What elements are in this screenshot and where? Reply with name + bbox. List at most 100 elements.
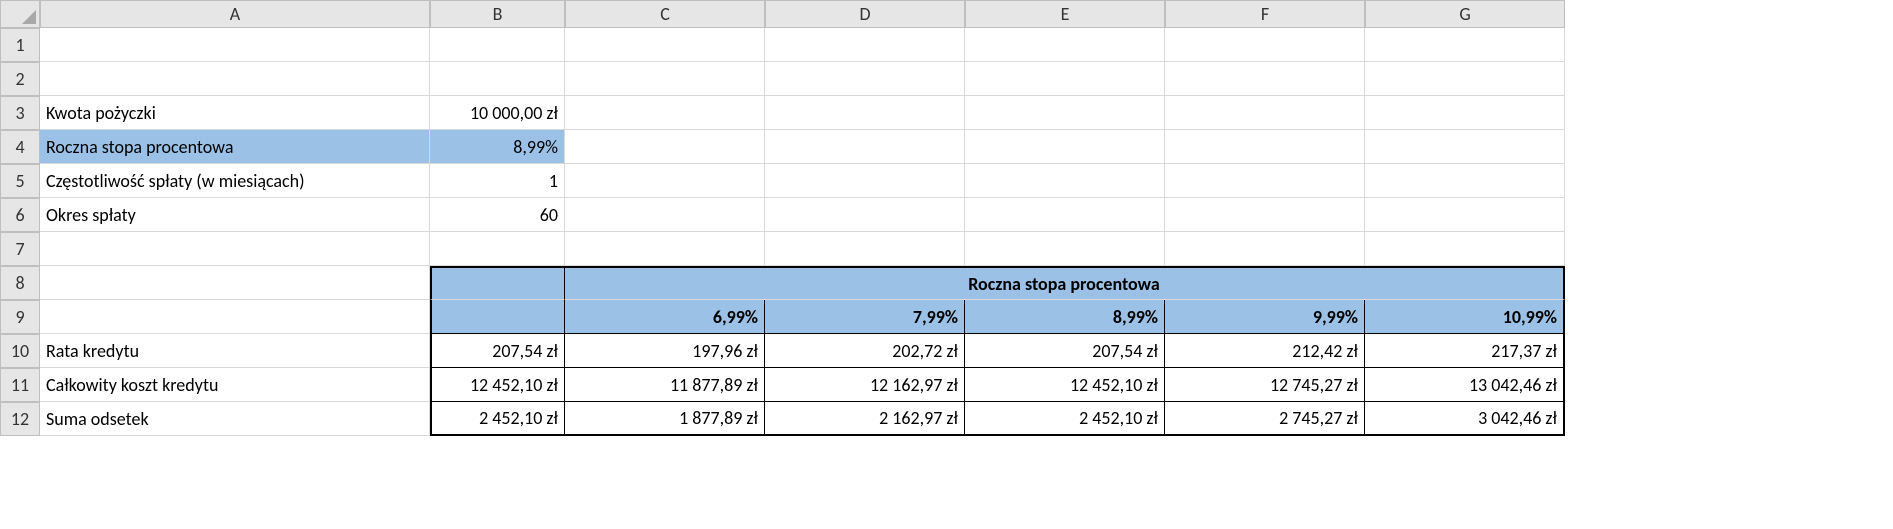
col-header-D[interactable]: D xyxy=(765,0,965,28)
table-val[interactable]: 1 877,89 zł xyxy=(565,402,765,436)
cell[interactable] xyxy=(965,130,1165,164)
row-header-12[interactable]: 12 xyxy=(0,402,40,436)
cell[interactable] xyxy=(565,62,765,96)
col-header-E[interactable]: E xyxy=(965,0,1165,28)
cell[interactable] xyxy=(40,28,430,62)
cell[interactable] xyxy=(1365,62,1565,96)
cell[interactable] xyxy=(1165,96,1365,130)
table-val[interactable]: 202,72 zł xyxy=(765,334,965,368)
cell[interactable] xyxy=(765,198,965,232)
table-val[interactable]: 207,54 zł xyxy=(965,334,1165,368)
row-header-4[interactable]: 4 xyxy=(0,130,40,164)
row-header-10[interactable]: 10 xyxy=(0,334,40,368)
table-val[interactable]: 13 042,46 zł xyxy=(1365,368,1565,402)
freq-label[interactable]: Częstotliwość spłaty (w miesiącach) xyxy=(40,164,430,198)
table-val[interactable]: 217,37 zł xyxy=(1365,334,1565,368)
cell[interactable] xyxy=(565,232,765,266)
row-header-5[interactable]: 5 xyxy=(0,164,40,198)
cell[interactable] xyxy=(40,266,430,300)
cell[interactable] xyxy=(965,232,1165,266)
cell[interactable] xyxy=(430,28,565,62)
cell[interactable] xyxy=(765,130,965,164)
table-row-label[interactable]: Całkowity koszt kredytu xyxy=(40,368,430,402)
col-header-C[interactable]: C xyxy=(565,0,765,28)
cell[interactable] xyxy=(1365,28,1565,62)
spreadsheet-grid[interactable]: A B C D E F G 1 2 3 Kwota pożyczki 10 00… xyxy=(0,0,1893,436)
cell[interactable] xyxy=(965,164,1165,198)
loan-amount-label[interactable]: Kwota pożyczki xyxy=(40,96,430,130)
rate-col-4[interactable]: 10,99% xyxy=(1365,300,1565,334)
cell[interactable] xyxy=(40,62,430,96)
cell[interactable] xyxy=(40,300,430,334)
table-corner-blank[interactable] xyxy=(430,300,565,334)
row-header-2[interactable]: 2 xyxy=(0,62,40,96)
cell[interactable] xyxy=(1165,62,1365,96)
cell[interactable] xyxy=(565,198,765,232)
table-base-val[interactable]: 2 452,10 zł xyxy=(430,402,565,436)
col-header-A[interactable]: A xyxy=(40,0,430,28)
table-corner[interactable] xyxy=(430,266,565,300)
cell[interactable] xyxy=(765,96,965,130)
table-val[interactable]: 12 452,10 zł xyxy=(965,368,1165,402)
cell[interactable] xyxy=(430,62,565,96)
cell[interactable] xyxy=(565,28,765,62)
cell[interactable] xyxy=(40,232,430,266)
table-row-label[interactable]: Suma odsetek xyxy=(40,402,430,436)
col-header-G[interactable]: G xyxy=(1365,0,1565,28)
cell[interactable] xyxy=(765,62,965,96)
table-val[interactable]: 197,96 zł xyxy=(565,334,765,368)
table-val[interactable]: 2 452,10 zł xyxy=(965,402,1165,436)
rate-col-3[interactable]: 9,99% xyxy=(1165,300,1365,334)
table-row-label[interactable]: Rata kredytu xyxy=(40,334,430,368)
rate-col-1[interactable]: 7,99% xyxy=(765,300,965,334)
cell[interactable] xyxy=(1365,198,1565,232)
rate-col-2[interactable]: 8,99% xyxy=(965,300,1165,334)
cell[interactable] xyxy=(965,28,1165,62)
col-header-F[interactable]: F xyxy=(1165,0,1365,28)
cell[interactable] xyxy=(1365,130,1565,164)
row-header-8[interactable]: 8 xyxy=(0,266,40,300)
cell[interactable] xyxy=(1365,96,1565,130)
freq-value[interactable]: 1 xyxy=(430,164,565,198)
table-val[interactable]: 12 745,27 zł xyxy=(1165,368,1365,402)
select-all-corner[interactable] xyxy=(0,0,40,28)
table-base-val[interactable]: 12 452,10 zł xyxy=(430,368,565,402)
row-header-6[interactable]: 6 xyxy=(0,198,40,232)
table-val[interactable]: 212,42 zł xyxy=(1165,334,1365,368)
cell[interactable] xyxy=(765,28,965,62)
cell[interactable] xyxy=(430,232,565,266)
cell[interactable] xyxy=(1365,232,1565,266)
row-header-7[interactable]: 7 xyxy=(0,232,40,266)
cell[interactable] xyxy=(565,130,765,164)
cell[interactable] xyxy=(1365,164,1565,198)
cell[interactable] xyxy=(1165,164,1365,198)
cell[interactable] xyxy=(1165,232,1365,266)
cell[interactable] xyxy=(965,96,1165,130)
loan-amount-value[interactable]: 10 000,00 zł xyxy=(430,96,565,130)
cell[interactable] xyxy=(965,198,1165,232)
table-val[interactable]: 12 162,97 zł xyxy=(765,368,965,402)
cell[interactable] xyxy=(1165,198,1365,232)
table-base-val[interactable]: 207,54 zł xyxy=(430,334,565,368)
table-header-title[interactable]: Roczna stopa procentowa xyxy=(565,266,1565,300)
cell[interactable] xyxy=(565,96,765,130)
cell[interactable] xyxy=(1165,28,1365,62)
row-header-9[interactable]: 9 xyxy=(0,300,40,334)
rate-col-0[interactable]: 6,99% xyxy=(565,300,765,334)
cell[interactable] xyxy=(1165,130,1365,164)
col-header-B[interactable]: B xyxy=(430,0,565,28)
row-header-3[interactable]: 3 xyxy=(0,96,40,130)
annual-rate-label[interactable]: Roczna stopa procentowa xyxy=(40,130,430,164)
period-value[interactable]: 60 xyxy=(430,198,565,232)
table-val[interactable]: 3 042,46 zł xyxy=(1365,402,1565,436)
cell[interactable] xyxy=(765,232,965,266)
row-header-1[interactable]: 1 xyxy=(0,28,40,62)
annual-rate-value[interactable]: 8,99% xyxy=(430,130,565,164)
row-header-11[interactable]: 11 xyxy=(0,368,40,402)
table-val[interactable]: 11 877,89 zł xyxy=(565,368,765,402)
cell[interactable] xyxy=(565,164,765,198)
cell[interactable] xyxy=(765,164,965,198)
period-label[interactable]: Okres spłaty xyxy=(40,198,430,232)
cell[interactable] xyxy=(965,62,1165,96)
table-val[interactable]: 2 162,97 zł xyxy=(765,402,965,436)
